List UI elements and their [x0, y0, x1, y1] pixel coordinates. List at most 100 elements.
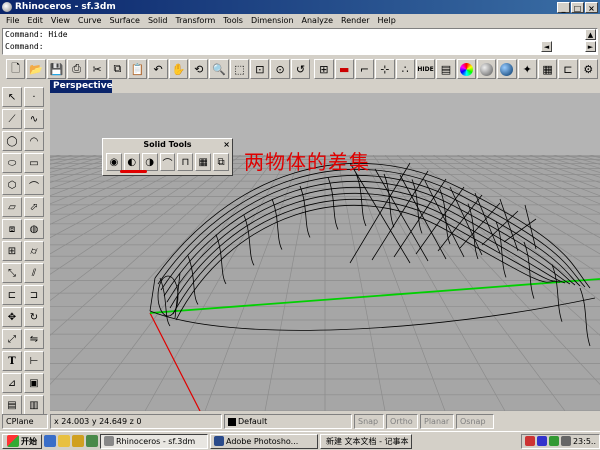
scroll-up-icon[interactable]: ▲: [585, 29, 596, 40]
shaded-sphere-icon[interactable]: [476, 59, 497, 79]
join-icon[interactable]: ⊏: [2, 285, 22, 305]
car-icon[interactable]: ▬: [334, 59, 354, 79]
menu-analyze[interactable]: Analyze: [298, 16, 338, 25]
minimize-button[interactable]: _: [557, 1, 570, 13]
volume-icon[interactable]: [560, 436, 571, 446]
points-on-icon[interactable]: ∴: [395, 59, 415, 79]
menu-view[interactable]: View: [47, 16, 74, 25]
snap-toggle[interactable]: Snap: [354, 414, 384, 429]
scale-icon[interactable]: ⤢: [2, 329, 22, 349]
desktop-icon[interactable]: [86, 435, 98, 447]
menu-tools[interactable]: Tools: [219, 16, 247, 25]
select-arrow-icon[interactable]: ↖: [2, 87, 22, 107]
command-area[interactable]: Command: Hide Command: ◄ ► ▲: [2, 28, 598, 55]
ortho-toggle[interactable]: Ortho: [386, 414, 418, 429]
maximize-button[interactable]: □: [571, 1, 584, 13]
save-icon[interactable]: 💾: [46, 59, 67, 79]
render-settings-icon[interactable]: ▦: [537, 59, 558, 79]
properties-icon[interactable]: ⊏: [558, 59, 578, 79]
menu-edit[interactable]: Edit: [23, 16, 47, 25]
command-scroll[interactable]: ◄ ► ▲: [541, 29, 597, 54]
light-icon[interactable]: ✦: [517, 59, 537, 79]
extract-surface-icon[interactable]: ⧉: [213, 153, 230, 171]
hide-icon[interactable]: HIDE: [415, 59, 436, 79]
analyze-icon[interactable]: ⊿: [2, 373, 22, 393]
extrude-icon[interactable]: ⬀: [24, 197, 44, 217]
task-photoshop[interactable]: Adobe Photosho...: [210, 433, 318, 449]
menu-file[interactable]: File: [2, 16, 23, 25]
boolean-difference-icon[interactable]: ◐: [123, 153, 140, 171]
rectangle-icon[interactable]: ▭: [24, 153, 44, 173]
ellipse-icon[interactable]: ⬭: [2, 153, 22, 173]
arc-icon[interactable]: ◠: [24, 131, 44, 151]
point-icon[interactable]: ·: [24, 87, 44, 107]
boolean-union-icon[interactable]: ◉: [106, 153, 122, 171]
scroll-right-icon[interactable]: ►: [585, 41, 596, 52]
rotate-view-icon[interactable]: ⟲: [189, 59, 209, 79]
cut-icon[interactable]: ✂: [87, 59, 107, 79]
menu-curve[interactable]: Curve: [74, 16, 106, 25]
undo-view-icon[interactable]: ↺: [290, 59, 311, 79]
osnap-toggle[interactable]: Osnap: [456, 414, 494, 429]
menu-help[interactable]: Help: [374, 16, 400, 25]
trim-icon[interactable]: ⤡: [2, 263, 22, 283]
paste-icon[interactable]: 📋: [128, 59, 148, 79]
zoom-icon[interactable]: 🔍: [209, 59, 229, 79]
zoom-selected-icon[interactable]: ⊙: [270, 59, 290, 79]
menu-transform[interactable]: Transform: [171, 16, 219, 25]
menu-surface[interactable]: Surface: [105, 16, 143, 25]
pan-hand-icon[interactable]: ✋: [168, 59, 189, 79]
menu-solid[interactable]: Solid: [144, 16, 172, 25]
print-icon[interactable]: ⎙: [67, 59, 87, 79]
viewport-title[interactable]: Perspective: [50, 80, 113, 93]
task-notepad[interactable]: 新建 文本文档 - 记事本: [320, 433, 412, 449]
folder-icon[interactable]: [58, 435, 70, 447]
curve-icon[interactable]: ∿: [24, 109, 44, 129]
sphere-solid-icon[interactable]: ◍: [24, 219, 44, 239]
mirror-icon[interactable]: ⇋: [24, 329, 44, 349]
cylinder-icon[interactable]: ⌭: [24, 241, 44, 261]
cap-planar-holes-icon[interactable]: ⊓: [177, 153, 194, 171]
surface-icon[interactable]: ▱: [2, 197, 22, 217]
ie-icon[interactable]: [44, 435, 56, 447]
new-file-icon[interactable]: 🗋: [6, 59, 26, 79]
select-filter-icon[interactable]: ⌐: [354, 59, 375, 79]
fillet-curve-icon[interactable]: ⌒: [24, 175, 44, 195]
grid-snap-icon[interactable]: ⊹: [375, 59, 395, 79]
cplane-label[interactable]: CPlane: [2, 414, 48, 429]
polygon-icon[interactable]: ⬡: [2, 175, 22, 195]
render-tools-icon[interactable]: ▣: [24, 373, 44, 393]
dimension-icon[interactable]: ⊢: [24, 351, 44, 371]
solid-tools-close-button[interactable]: ×: [223, 139, 230, 151]
split-icon[interactable]: ⫽: [24, 263, 44, 283]
boolean-intersection-icon[interactable]: ◑: [141, 153, 158, 171]
planar-toggle[interactable]: Planar: [420, 414, 454, 429]
move-icon[interactable]: ✥: [2, 307, 22, 327]
zoom-window-icon[interactable]: ⬚: [229, 59, 250, 79]
scroll-left-icon[interactable]: ◄: [541, 41, 552, 52]
tray-icon-1[interactable]: [524, 436, 535, 446]
explode-icon[interactable]: ⊐: [24, 285, 44, 305]
start-button[interactable]: 开始: [2, 433, 42, 449]
command-prompt[interactable]: Command:: [3, 41, 597, 53]
boolean-split-icon[interactable]: ⌒: [159, 153, 176, 171]
warning-icon[interactable]: [72, 435, 84, 447]
circle-icon[interactable]: ◯: [2, 131, 22, 151]
task-rhinoceros[interactable]: Rhinoceros - sf.3dm: [100, 433, 208, 449]
four-viewports-icon[interactable]: ⊞: [314, 59, 334, 79]
options-icon[interactable]: ⚙: [578, 59, 598, 79]
box-solid-icon[interactable]: ⧈: [2, 219, 22, 239]
close-button[interactable]: ×: [585, 1, 598, 13]
layer-icon[interactable]: ▤: [436, 59, 456, 79]
undo-icon[interactable]: ↶: [148, 59, 168, 79]
polyline-icon[interactable]: ⟋: [2, 109, 22, 129]
color-wheel-icon[interactable]: [456, 59, 476, 79]
layer-tools-icon[interactable]: ▤: [2, 395, 22, 415]
solid-edit-icon[interactable]: ▦: [195, 153, 212, 171]
copy-icon[interactable]: ⧉: [107, 59, 128, 79]
rendered-sphere-icon[interactable]: [497, 59, 517, 79]
zoom-extents-icon[interactable]: ⊡: [250, 59, 270, 79]
text-icon[interactable]: T: [2, 351, 22, 371]
current-layer[interactable]: Default: [224, 414, 352, 429]
tray-icon-3[interactable]: [548, 436, 559, 446]
